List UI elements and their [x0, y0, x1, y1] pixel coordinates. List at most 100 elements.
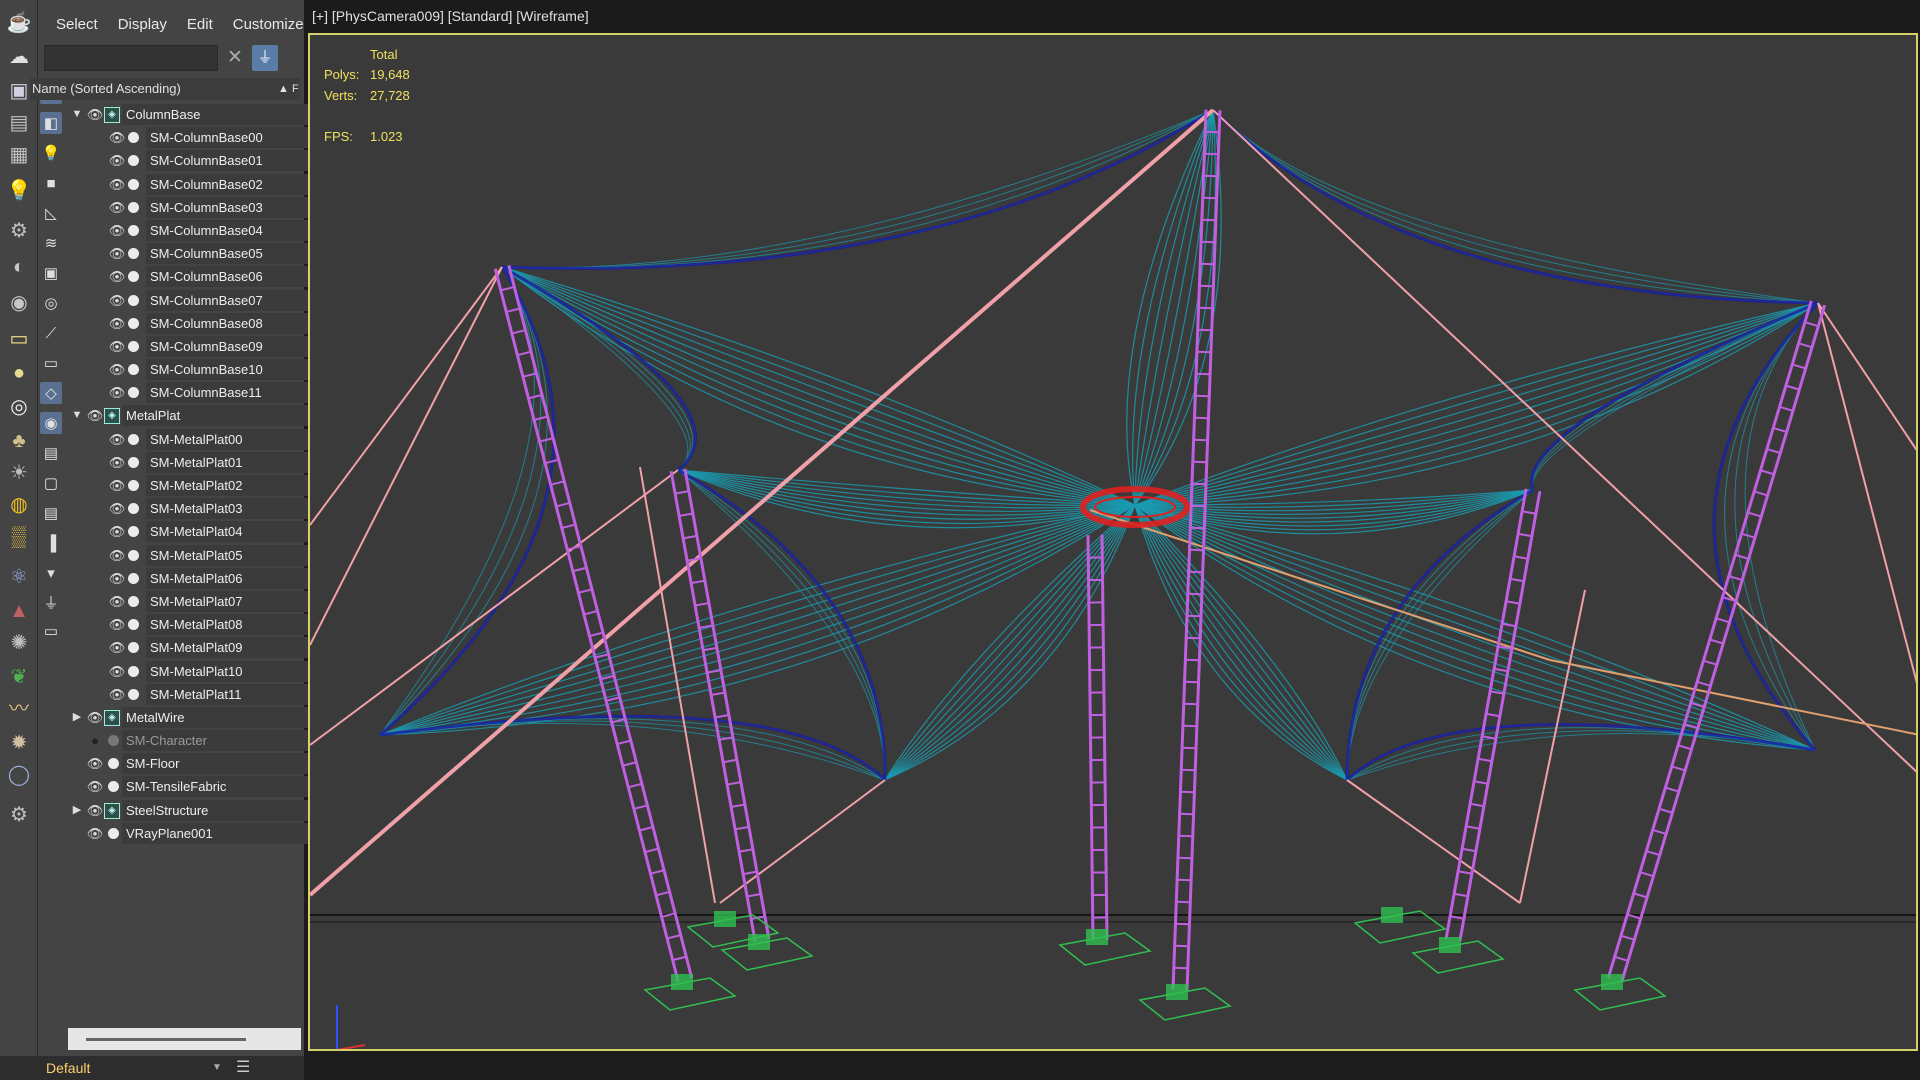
eye-icon[interactable]: 👁 [86, 103, 104, 126]
eye-icon[interactable]: 👁 [108, 660, 126, 683]
eye-icon[interactable]: 👁 [108, 451, 126, 474]
tree-row[interactable]: ▼ 👁 ◈ ColumnBase [68, 103, 338, 126]
sort-ascending-icon[interactable]: ▲ F [278, 78, 299, 100]
container-filter-icon[interactable]: ▭ [40, 352, 62, 374]
freeze-dot-icon[interactable] [128, 224, 139, 236]
eye-icon[interactable]: 👁 [108, 196, 126, 219]
freeze-dot-icon[interactable] [128, 271, 139, 283]
freeze-dot-icon[interactable] [128, 364, 139, 376]
filter-icon[interactable]: ⏚ [252, 45, 278, 71]
tree-row[interactable]: 👁 SM-ColumnBase02 [68, 173, 338, 196]
tree-row[interactable]: 👁 VRayPlane001 [68, 822, 338, 845]
light-lister-icon[interactable]: 💡 [4, 176, 34, 206]
helper-filter-icon[interactable]: ◺ [40, 202, 62, 224]
eye-icon[interactable]: 👁 [86, 799, 104, 822]
eye-icon[interactable]: 👁 [108, 520, 126, 543]
freeze-dot-icon[interactable] [128, 572, 139, 584]
column-header[interactable]: Name (Sorted Ascending) ▲ F [30, 78, 300, 100]
viewport[interactable]: Total Polys: 19,648 Verts: 27,728 FPS: 1… [308, 33, 1918, 1051]
tree-row[interactable]: 👁 SM-TensileFabric [68, 775, 338, 798]
orb-icon[interactable]: ◍ [4, 490, 34, 520]
freeze-dot-icon[interactable] [128, 340, 139, 352]
freeze-dot-icon[interactable] [128, 595, 139, 607]
group-filter-icon[interactable]: ▣ [40, 262, 62, 284]
freeze-dot-icon[interactable] [128, 248, 139, 260]
tree-row[interactable]: 👁 SM-ColumnBase08 [68, 312, 338, 335]
eye-icon[interactable]: 👁 [108, 335, 126, 358]
material-editor-icon[interactable]: ▭ [4, 324, 34, 354]
xref-filter-icon[interactable]: ◎ [40, 292, 62, 314]
expand-down-icon[interactable]: ▼ [70, 103, 84, 126]
tree-row[interactable]: ▼ 👁 ◈ MetalPlat [68, 404, 338, 427]
layer-dropdown[interactable]: Default [38, 1058, 210, 1078]
freeze-dot-icon[interactable] [128, 178, 139, 190]
camera-filter-icon[interactable]: ■ [40, 172, 62, 194]
tree-row[interactable]: 👁 SM-MetalPlat09 [68, 636, 338, 659]
freeze-dot-icon[interactable] [128, 155, 139, 167]
sky-sphere-icon[interactable]: ◯ [4, 760, 34, 790]
funnel-icon[interactable]: ⏚ [40, 592, 62, 614]
search-input[interactable] [44, 45, 218, 71]
freeze-dot-icon[interactable] [128, 433, 139, 445]
plant-icon[interactable]: ❦ [4, 662, 34, 692]
tree-row[interactable]: 👁 SM-ColumnBase07 [68, 289, 338, 312]
tree-row[interactable]: ▶ 👁 ◈ SteelStructure [68, 799, 338, 822]
freeze-dot-icon[interactable] [108, 827, 119, 839]
bone-filter-icon[interactable]: ⟋ [40, 322, 62, 344]
menu-customize[interactable]: Customize [223, 16, 314, 33]
table-icon[interactable]: ▦ [4, 140, 34, 170]
freeze-dot-icon[interactable] [128, 642, 139, 654]
grid-icon[interactable]: ▒ [4, 522, 34, 552]
eye-icon[interactable]: 👁 [108, 613, 126, 636]
menu-display[interactable]: Display [108, 16, 177, 33]
eye-icon[interactable]: 👁 [108, 242, 126, 265]
tree-row[interactable]: 👁 SM-ColumnBase06 [68, 265, 338, 288]
tree-row[interactable]: 👁 SM-Floor [68, 752, 338, 775]
tree-row[interactable]: 👁 SM-ColumnBase05 [68, 242, 338, 265]
render-camera-icon[interactable]: ◉ [4, 288, 34, 318]
eye-icon[interactable]: 👁 [108, 474, 126, 497]
cone-icon[interactable]: ▲ [4, 596, 34, 626]
grass-icon[interactable]: ♣ [4, 426, 34, 456]
freeze-dot-icon[interactable] [128, 665, 139, 677]
freeze-dot-icon[interactable] [128, 294, 139, 306]
tree-row[interactable]: 👁 SM-MetalPlat10 [68, 660, 338, 683]
eye-icon[interactable]: 👁 [108, 428, 126, 451]
hidden-eye-icon[interactable]: ● [86, 729, 104, 752]
horizontal-scrollbar[interactable] [68, 1028, 301, 1050]
expand-down-icon[interactable]: ▼ [70, 404, 84, 427]
tree-row[interactable]: 👁 SM-MetalPlat11 [68, 683, 338, 706]
invert-filter-icon[interactable]: ▤ [40, 502, 62, 524]
tree-row[interactable]: 👁 SM-ColumnBase03 [68, 196, 338, 219]
camera-icon[interactable]: ⚙ [4, 216, 34, 246]
settings-icon[interactable]: ⚙ [4, 800, 34, 830]
tree-row[interactable]: 👁 SM-MetalPlat00 [68, 428, 338, 451]
freeze-dot-icon[interactable] [128, 201, 139, 213]
freeze-dot-icon[interactable] [108, 735, 119, 747]
freeze-dot-icon[interactable] [108, 758, 119, 770]
menu-select[interactable]: Select [46, 16, 108, 33]
molecule-icon[interactable]: ⚛ [4, 562, 34, 592]
eye-icon[interactable]: 👁 [108, 567, 126, 590]
tree-row[interactable]: ▶ 👁 ◈ MetalWire [68, 706, 338, 729]
hair-icon[interactable]: 〰 [4, 694, 34, 724]
frozen-filter-icon[interactable]: ◇ [40, 382, 62, 404]
hidden-filter-icon[interactable]: ◉ [40, 412, 62, 434]
tree-row[interactable]: 👁 SM-MetalPlat04 [68, 520, 338, 543]
tree-row[interactable]: 👁 SM-ColumnBase04 [68, 219, 338, 242]
globe-icon[interactable]: ◎ [4, 392, 34, 422]
chevron-down-icon[interactable]: ▼ [212, 1058, 222, 1078]
eye-icon[interactable]: 👁 [86, 775, 104, 798]
clear-search-icon[interactable]: ✕ [224, 45, 246, 71]
freeze-dot-icon[interactable] [128, 132, 139, 144]
freeze-dot-icon[interactable] [128, 456, 139, 468]
eye-icon[interactable]: 👁 [108, 312, 126, 335]
all-filter-icon[interactable]: ▤ [40, 442, 62, 464]
freeze-dot-icon[interactable] [128, 526, 139, 538]
hierarchy-filter-icon[interactable]: ▾ [40, 562, 62, 584]
eye-icon[interactable]: 👁 [108, 219, 126, 242]
eye-icon[interactable]: 👁 [108, 173, 126, 196]
eye-icon[interactable]: 👁 [108, 381, 126, 404]
freeze-dot-icon[interactable] [128, 503, 139, 515]
freeze-dot-icon[interactable] [128, 619, 139, 631]
